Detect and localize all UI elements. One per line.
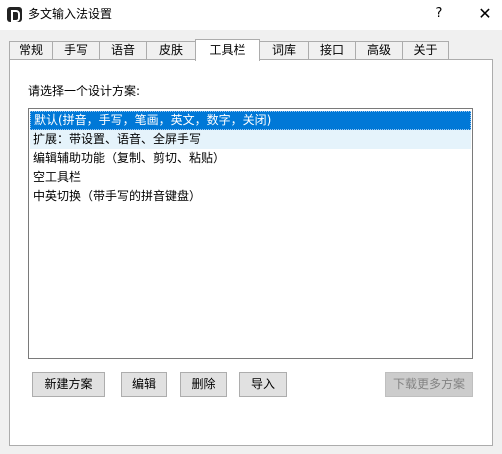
window-title: 多文输入法设置 xyxy=(28,7,113,21)
scheme-item-edit-assist[interactable]: 编辑辅助功能（复制、剪切、粘贴） xyxy=(30,149,471,168)
app-logo-icon xyxy=(7,7,22,22)
help-button[interactable]: ? xyxy=(427,4,451,24)
tab-handwriting[interactable]: 手写 xyxy=(52,41,100,60)
settings-window: 多文输入法设置 ? ✕ 常规 手写 语音 皮肤 工具栏 词库 接口 高级 关于 … xyxy=(0,0,502,454)
scheme-list[interactable]: 默认(拼音，手写，笔画，英文，数字，关闭) 扩展：带设置、语音、全屏手写 编辑辅… xyxy=(28,108,473,359)
tab-toolbar[interactable]: 工具栏 xyxy=(195,39,260,61)
title-bar[interactable]: 多文输入法设置 ? ✕ xyxy=(0,0,502,30)
scheme-item-default[interactable]: 默认(拼音，手写，笔画，英文，数字，关闭) xyxy=(30,111,471,130)
download-more-button[interactable]: 下载更多方案 xyxy=(385,372,473,397)
delete-button[interactable]: 删除 xyxy=(180,372,227,397)
import-button[interactable]: 导入 xyxy=(239,372,287,397)
tab-about[interactable]: 关于 xyxy=(402,41,449,60)
tab-dictionary[interactable]: 词库 xyxy=(259,41,309,60)
edit-button[interactable]: 编辑 xyxy=(121,372,167,397)
tab-voice[interactable]: 语音 xyxy=(99,41,147,60)
scheme-item-extended[interactable]: 扩展：带设置、语音、全屏手写 xyxy=(30,130,471,149)
tab-interface[interactable]: 接口 xyxy=(308,41,356,60)
scheme-item-cn-en-switch[interactable]: 中英切换（带手写的拼音键盘） xyxy=(30,187,471,206)
tab-skin[interactable]: 皮肤 xyxy=(146,41,196,60)
scheme-prompt-label: 请选择一个设计方案: xyxy=(28,84,141,98)
tab-advanced[interactable]: 高级 xyxy=(355,41,403,60)
new-scheme-button[interactable]: 新建方案 xyxy=(32,372,105,397)
scheme-item-empty[interactable]: 空工具栏 xyxy=(30,168,471,187)
tab-general[interactable]: 常规 xyxy=(9,41,53,60)
close-button[interactable]: ✕ xyxy=(474,4,496,24)
